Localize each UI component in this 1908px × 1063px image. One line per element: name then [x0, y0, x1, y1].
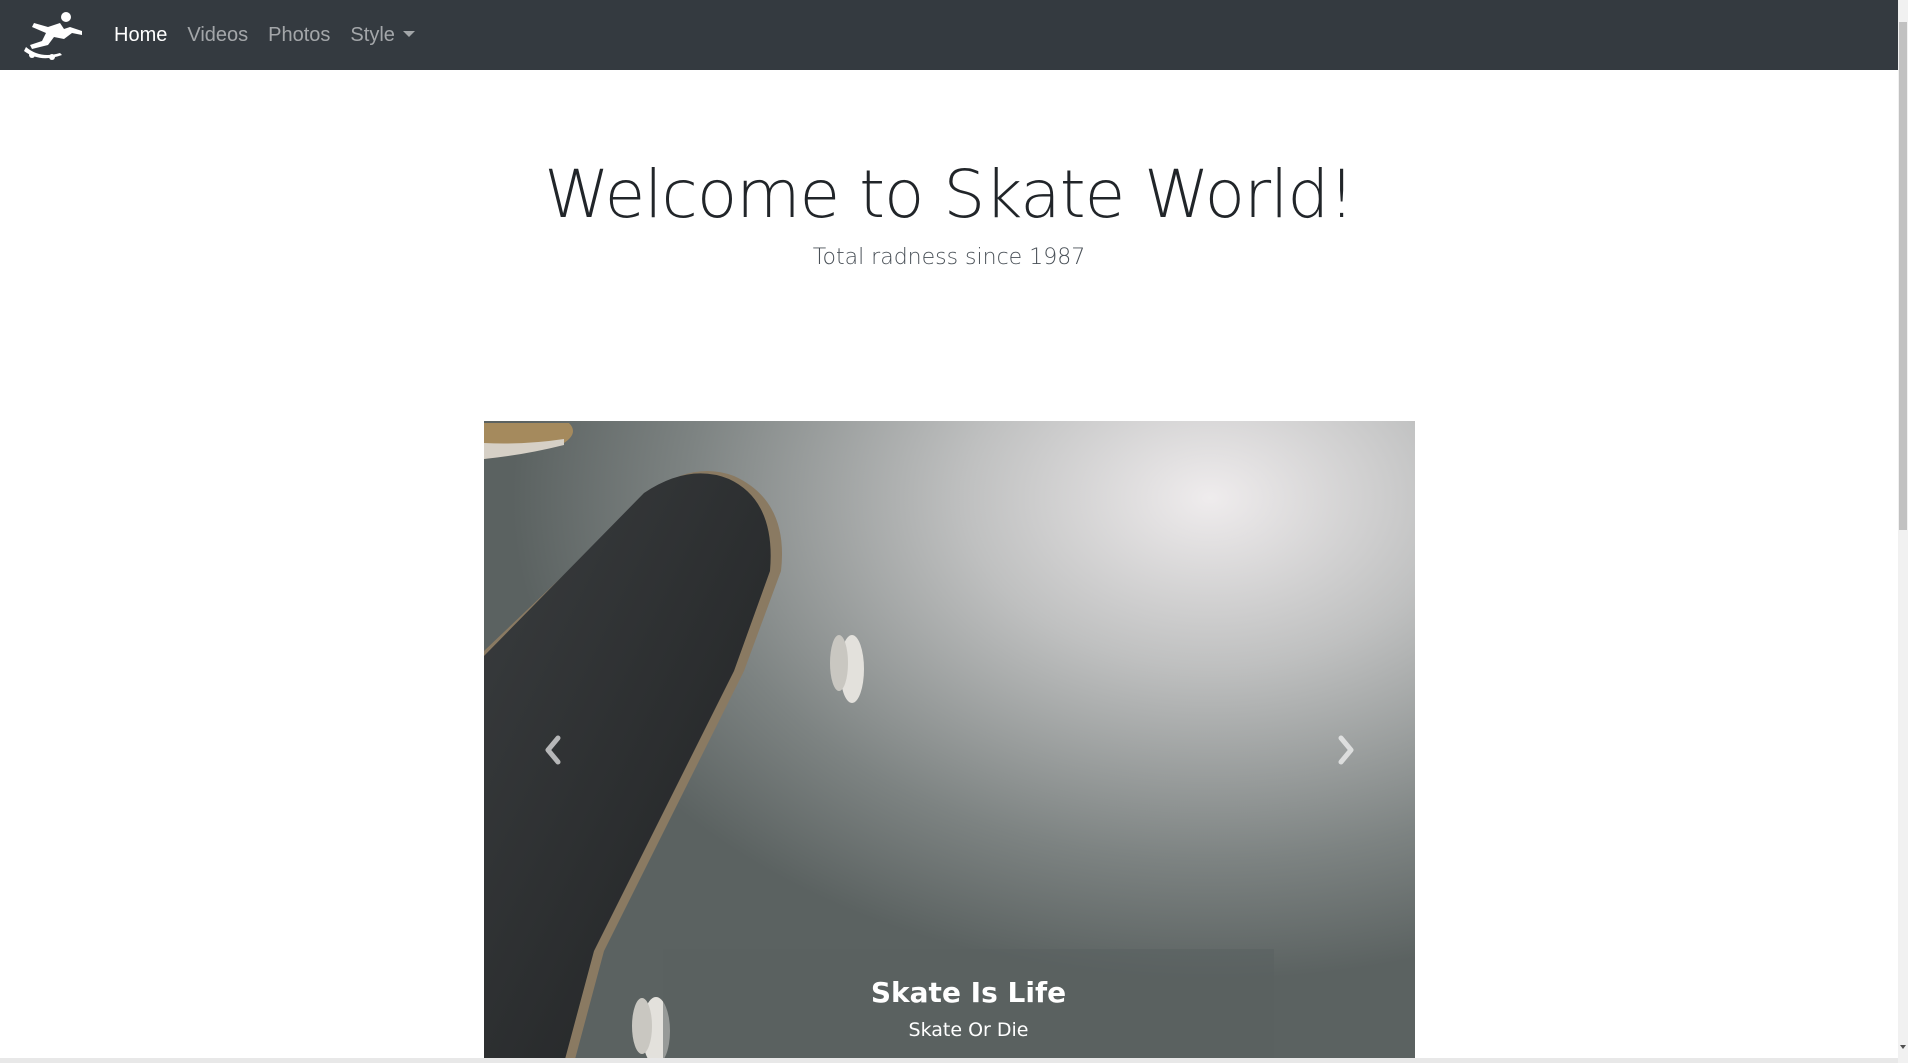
caption-text: Skate Or Die [908, 1019, 1029, 1041]
carousel-caption: Skate Is Life Skate Or Die [663, 949, 1274, 1063]
caret-down-icon [402, 31, 415, 37]
top-navbar: Home Videos Photos Style [0, 0, 1898, 70]
nav-style-dropdown[interactable]: Style [350, 23, 415, 47]
nav-home[interactable]: Home [114, 24, 167, 47]
page-title: Welcome to Skate World! [544, 156, 1355, 233]
carousel-next-button[interactable] [1326, 730, 1366, 770]
nav-style-label: Style [350, 23, 395, 46]
chevron-right-icon [1338, 735, 1354, 765]
scroll-down-arrow-icon[interactable] [1900, 1045, 1906, 1049]
vertical-scrollbar[interactable] [1898, 0, 1908, 1063]
nav-videos[interactable]: Videos [187, 24, 248, 47]
page-subtitle: Total radness since 1987 [812, 245, 1086, 270]
caption-title: Skate Is Life [870, 976, 1067, 1009]
carousel-prev-button[interactable] [533, 730, 573, 770]
brand-logo[interactable] [18, 8, 86, 62]
scrollbar-thumb[interactable] [1899, 22, 1907, 530]
hero-section: Welcome to Skate World! Total radness si… [0, 70, 1898, 270]
horizontal-scrollbar[interactable] [0, 1058, 1898, 1063]
skateboarder-icon [24, 12, 82, 60]
nav-photos[interactable]: Photos [268, 24, 330, 47]
chevron-left-icon [545, 735, 561, 765]
